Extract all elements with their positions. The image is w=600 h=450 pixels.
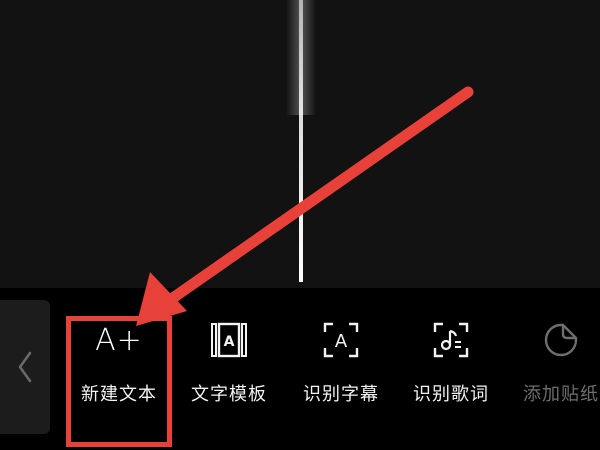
new-text-button[interactable]: A+ 新建文本 (64, 312, 174, 422)
recognize-subtitle-button[interactable]: A 识别字幕 (286, 312, 396, 422)
chevron-left-icon (18, 351, 32, 383)
text-template-icon: A (205, 316, 253, 364)
new-text-label: 新建文本 (81, 384, 157, 405)
text-template-label: 文字模板 (191, 384, 267, 405)
subtitle-glyph: A (335, 331, 348, 352)
playhead[interactable] (299, 0, 303, 282)
add-sticker-button[interactable]: 添加贴纸 (506, 312, 600, 422)
editor-screen: A+ 新建文本 A 文字模板 A 识别字幕 识别歌词 添加贴纸 (0, 0, 600, 450)
recognize-lyrics-button[interactable]: 识别歌词 (396, 312, 506, 422)
recognize-subtitle-icon: A (317, 316, 365, 364)
a-plus-icon: A+ (95, 316, 143, 364)
text-template-button[interactable]: A 文字模板 (174, 312, 284, 422)
timeline-area[interactable] (0, 0, 600, 290)
add-sticker-label: 添加贴纸 (523, 384, 599, 405)
recognize-subtitle-label: 识别字幕 (303, 384, 379, 405)
recognize-lyrics-label: 识别歌词 (413, 384, 489, 405)
svg-text:A: A (224, 334, 235, 350)
back-button[interactable] (0, 300, 50, 434)
a-plus-glyph: A+ (95, 322, 143, 358)
sticker-icon (537, 316, 585, 364)
recognize-lyrics-icon (427, 316, 475, 364)
